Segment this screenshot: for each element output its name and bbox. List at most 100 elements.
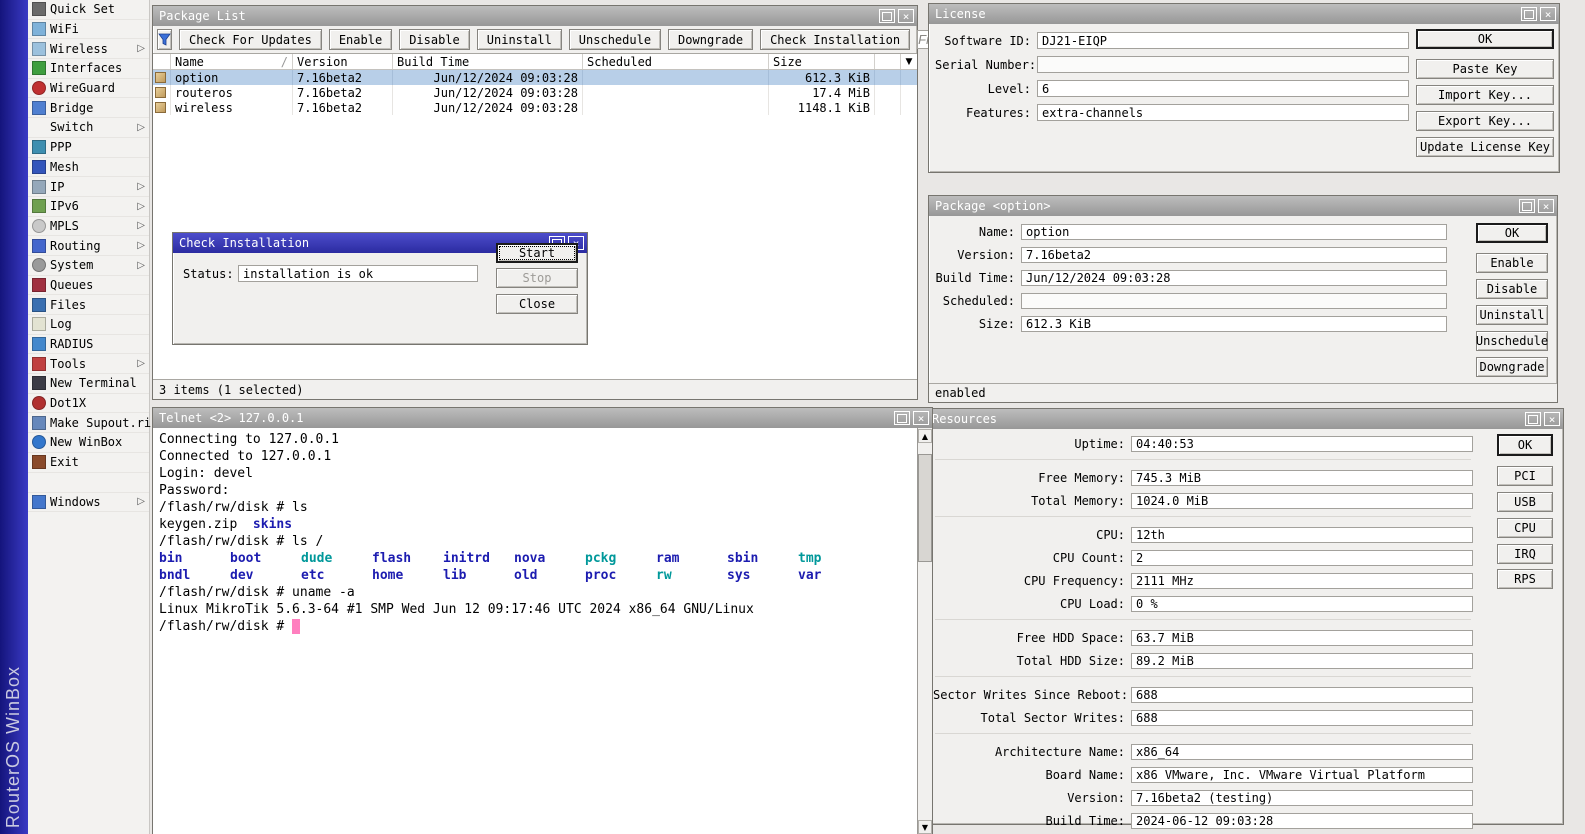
maximize-icon[interactable]	[879, 9, 895, 23]
scrollbar-thumb[interactable]	[918, 454, 932, 562]
close-button[interactable]: Close	[496, 294, 578, 314]
downgrade-button[interactable]: Downgrade	[668, 29, 753, 50]
sidebar-item-quick-set[interactable]: Quick Set	[28, 0, 149, 20]
close-icon[interactable]: ×	[1544, 412, 1560, 426]
sidebar-item-ppp[interactable]: PPP	[28, 138, 149, 158]
serial-number-field[interactable]	[1037, 56, 1409, 73]
name-field[interactable]: option	[1021, 224, 1447, 240]
scheduled-column-header[interactable]: Scheduled	[583, 54, 769, 69]
sidebar-item-dot1x[interactable]: Dot1X	[28, 394, 149, 414]
pci-button[interactable]: PCI	[1497, 466, 1553, 486]
enable-button[interactable]: Enable	[1476, 253, 1548, 273]
scroll-up-icon[interactable]: ▲	[918, 429, 932, 443]
usb-button[interactable]: USB	[1497, 492, 1553, 512]
ok-button[interactable]: OK	[1476, 223, 1548, 243]
maximize-icon[interactable]	[894, 411, 910, 425]
version-column-header[interactable]: Version	[293, 54, 393, 69]
total-sector-writes-field[interactable]: 688	[1131, 710, 1473, 726]
close-icon[interactable]: ×	[913, 411, 929, 425]
filter-button[interactable]	[157, 29, 172, 50]
table-row[interactable]: option 7.16beta2 Jun/12/2024 09:03:28 61…	[153, 70, 917, 85]
sidebar-item-new-winbox[interactable]: New WinBox	[28, 433, 149, 453]
software-id-field[interactable]: DJ21-EIQP	[1037, 32, 1409, 49]
build-time-column-header[interactable]: Build Time	[393, 54, 583, 69]
architecture-name-field[interactable]: x86_64	[1131, 744, 1473, 760]
sidebar-item-system[interactable]: System▷	[28, 256, 149, 276]
sidebar-item-bridge[interactable]: Bridge	[28, 98, 149, 118]
stop-button[interactable]: Stop	[496, 268, 578, 288]
maximize-icon[interactable]	[1521, 7, 1537, 21]
paste-key-button[interactable]: Paste Key	[1416, 59, 1554, 79]
free-hdd-space-field[interactable]: 63.7 MiB	[1131, 630, 1473, 646]
sidebar-item-ip[interactable]: IP▷	[28, 177, 149, 197]
check-installation-button[interactable]: Check Installation	[760, 29, 910, 50]
ok-button[interactable]: OK	[1416, 29, 1554, 49]
size-field[interactable]: 612.3 KiB	[1021, 316, 1447, 332]
sidebar-item-log[interactable]: Log	[28, 315, 149, 335]
uptime-field[interactable]: 04:40:53	[1131, 436, 1473, 452]
close-icon[interactable]: ×	[1538, 199, 1554, 213]
sidebar-item-interfaces[interactable]: Interfaces	[28, 59, 149, 79]
enable-button[interactable]: Enable	[329, 29, 392, 50]
telnet-titlebar[interactable]: Telnet <2> 127.0.0.1 ×	[153, 408, 932, 428]
features-field[interactable]: extra-channels	[1037, 104, 1409, 121]
close-icon[interactable]: ×	[1540, 7, 1556, 21]
scheduled-field[interactable]	[1021, 293, 1447, 309]
sidebar-item-switch[interactable]: Switch▷	[28, 118, 149, 138]
sidebar-item-routing[interactable]: Routing▷	[28, 236, 149, 256]
package-list-titlebar[interactable]: Package List ×	[153, 6, 917, 26]
size-column-header[interactable]: Size	[769, 54, 875, 69]
sidebar-item-wireguard[interactable]: WireGuard	[28, 79, 149, 99]
disable-button[interactable]: Disable	[1476, 279, 1548, 299]
sidebar-item-wifi[interactable]: WiFi	[28, 20, 149, 40]
name-column-header[interactable]: Name/	[171, 54, 293, 69]
cpu-field[interactable]: 12th	[1131, 527, 1473, 543]
free-memory-field[interactable]: 745.3 MiB	[1131, 470, 1473, 486]
uninstall-button[interactable]: Uninstall	[477, 29, 562, 50]
ok-button[interactable]: OK	[1497, 434, 1553, 456]
vertical-scrollbar[interactable]: ▲ ▼	[917, 428, 932, 834]
sidebar-item-mesh[interactable]: Mesh	[28, 158, 149, 178]
start-button[interactable]: Start	[496, 243, 578, 263]
build-time-field[interactable]: 2024-06-12 09:03:28	[1131, 813, 1473, 829]
maximize-icon[interactable]	[1525, 412, 1541, 426]
sidebar-item-windows[interactable]: Windows▷	[28, 493, 149, 513]
unschedule-button[interactable]: Unschedule	[1476, 331, 1548, 351]
check-for-updates-button[interactable]: Check For Updates	[179, 29, 322, 50]
table-row[interactable]: wireless 7.16beta2 Jun/12/2024 09:03:28 …	[153, 100, 917, 115]
icon-column-header[interactable]	[153, 54, 171, 69]
update-license-key-button[interactable]: Update License Key	[1416, 137, 1554, 157]
table-row[interactable]: routeros 7.16beta2 Jun/12/2024 09:03:28 …	[153, 85, 917, 100]
total-hdd-size-field[interactable]: 89.2 MiB	[1131, 653, 1473, 669]
scroll-down-icon[interactable]: ▼	[918, 820, 932, 834]
version-field[interactable]: 7.16beta2	[1021, 247, 1447, 263]
total-memory-field[interactable]: 1024.0 MiB	[1131, 493, 1473, 509]
cpu-count-field[interactable]: 2	[1131, 550, 1473, 566]
sidebar-item-exit[interactable]: Exit	[28, 453, 149, 473]
build-time-field[interactable]: Jun/12/2024 09:03:28	[1021, 270, 1447, 286]
export-key-button[interactable]: Export Key...	[1416, 111, 1554, 131]
status-field[interactable]: installation is ok	[238, 265, 478, 282]
sidebar-item-files[interactable]: Files	[28, 295, 149, 315]
sidebar-item-new-terminal[interactable]: New Terminal	[28, 374, 149, 394]
rps-button[interactable]: RPS	[1497, 569, 1553, 589]
sidebar-item-ipv6[interactable]: IPv6▷	[28, 197, 149, 217]
close-icon[interactable]: ×	[898, 9, 914, 23]
cpu-load-field[interactable]: 0 %	[1131, 596, 1473, 612]
version-field[interactable]: 7.16beta2 (testing)	[1131, 790, 1473, 806]
column-chooser-dropdown[interactable]: ▼	[901, 54, 917, 69]
irq-button[interactable]: IRQ	[1497, 544, 1553, 564]
board-name-field[interactable]: x86 VMware, Inc. VMware Virtual Platform	[1131, 767, 1473, 783]
maximize-icon[interactable]	[1519, 199, 1535, 213]
sidebar-item-queues[interactable]: Queues	[28, 276, 149, 296]
cpu-frequency-field[interactable]: 2111 MHz	[1131, 573, 1473, 589]
level-field[interactable]: 6	[1037, 80, 1409, 97]
package-option-titlebar[interactable]: Package <option> ×	[929, 196, 1557, 216]
resources-titlebar[interactable]: Resources ×	[929, 409, 1563, 429]
uninstall-button[interactable]: Uninstall	[1476, 305, 1548, 325]
downgrade-button[interactable]: Downgrade	[1476, 357, 1548, 377]
cpu-button[interactable]: CPU	[1497, 518, 1553, 538]
sidebar-item-tools[interactable]: Tools▷	[28, 354, 149, 374]
import-key-button[interactable]: Import Key...	[1416, 85, 1554, 105]
sidebar-item-make-supout[interactable]: Make Supout.rif	[28, 413, 149, 433]
